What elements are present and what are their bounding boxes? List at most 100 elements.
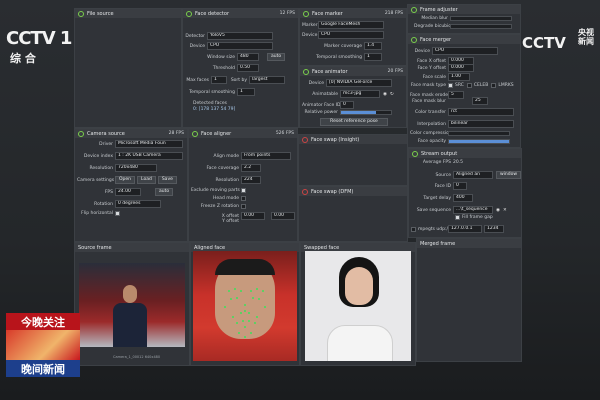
mask-blur-label: Face mask blur bbox=[412, 98, 446, 104]
face-detector-header[interactable]: Face detector 12 FPS bbox=[183, 9, 298, 18]
rotation-select[interactable]: 0 degrees bbox=[115, 200, 161, 208]
sort-by-select[interactable]: largest bbox=[249, 76, 285, 84]
resolution-select[interactable]: 720x480 bbox=[115, 164, 157, 172]
fps-input[interactable]: 24.00 bbox=[115, 188, 141, 196]
face-swap-insight-header[interactable]: Face swap (Insight) bbox=[299, 135, 407, 144]
relative-power-slider[interactable] bbox=[340, 110, 392, 115]
driver-select[interactable]: Microsoft Media Foun bbox=[115, 140, 183, 148]
face-id-input[interactable]: 0 bbox=[453, 182, 467, 190]
eye-icon[interactable]: ◉ bbox=[496, 208, 500, 213]
mpegts-port-input[interactable]: 1234 bbox=[484, 225, 504, 233]
color-transfer-select[interactable]: rct bbox=[448, 108, 514, 116]
resolution-input[interactable]: 224 bbox=[241, 176, 261, 184]
power-icon[interactable] bbox=[192, 130, 198, 137]
save-sequence-input[interactable]: ...\t_sequence bbox=[453, 206, 493, 214]
face-scale-input[interactable]: 1.00 bbox=[448, 73, 470, 81]
window-auto-button[interactable]: auto bbox=[267, 53, 286, 61]
power-icon[interactable] bbox=[303, 68, 309, 75]
refresh-icon[interactable]: ↻ bbox=[390, 92, 394, 97]
temporal-input[interactable]: 1 bbox=[237, 88, 255, 96]
target-delay-input[interactable]: 400 bbox=[453, 194, 473, 202]
panel-title: Stream output bbox=[421, 150, 458, 157]
y-offset-input[interactable]: 0.000 bbox=[448, 64, 474, 72]
marker-coverage-input[interactable]: 1.4 bbox=[364, 42, 382, 50]
interpolation-select[interactable]: bilinear bbox=[448, 120, 514, 128]
device-select[interactable]: CPU bbox=[432, 47, 498, 55]
mask-src-checkbox[interactable] bbox=[448, 83, 453, 88]
source-label: Source bbox=[435, 172, 451, 178]
fill-frame-gap-checkbox[interactable] bbox=[455, 215, 460, 220]
face-id-input[interactable]: 0 bbox=[340, 101, 354, 109]
panel-title: Face marker bbox=[312, 10, 343, 17]
detected-faces-label: Detected faces bbox=[193, 101, 227, 106]
exclude-moving-parts-checkbox[interactable] bbox=[241, 188, 246, 193]
fps-auto-button[interactable]: auto bbox=[155, 188, 174, 196]
mask-src-label: SRC bbox=[455, 83, 464, 88]
eye-icon[interactable]: ◉ bbox=[383, 92, 387, 97]
max-faces-input[interactable]: 1 bbox=[211, 76, 227, 84]
stream-output-header[interactable]: Stream output bbox=[409, 149, 521, 158]
window-size-input[interactable]: 480 bbox=[237, 53, 259, 61]
face-opacity-slider[interactable] bbox=[448, 139, 510, 144]
mask-blur-input[interactable]: 25 bbox=[472, 97, 488, 105]
marker-select[interactable]: Google FaceMesh bbox=[318, 21, 384, 29]
face-marker-header[interactable]: Face marker 218 FPS bbox=[300, 9, 406, 18]
power-icon[interactable] bbox=[411, 6, 417, 13]
power-icon[interactable] bbox=[78, 130, 84, 137]
face-merger-header[interactable]: Face merger bbox=[408, 35, 520, 44]
face-marker-panel: Face marker 218 FPS Marker Google FaceMesh… bbox=[299, 8, 407, 66]
camera-source-header[interactable]: Camera source 28 FPS bbox=[75, 129, 187, 138]
sort-by-label: Sort by bbox=[230, 77, 247, 83]
mpegts-checkbox[interactable] bbox=[411, 226, 416, 232]
threshold-input[interactable]: 0.50 bbox=[237, 64, 259, 72]
close-icon[interactable]: ✕ bbox=[503, 208, 507, 213]
head-mode-checkbox[interactable] bbox=[241, 196, 246, 201]
panel-title: Face animator bbox=[312, 68, 348, 75]
device-select[interactable]: [0] NVIDIA GeForce bbox=[326, 79, 392, 87]
device-select[interactable]: CPU bbox=[318, 31, 384, 39]
open-button[interactable]: Open bbox=[115, 176, 136, 184]
detector-select[interactable]: YoloV5 bbox=[207, 32, 273, 40]
degrade-bicubic-slider[interactable] bbox=[450, 24, 512, 29]
fps-label: 526 FPS bbox=[275, 131, 294, 136]
face-aligner-panel: Face aligner 526 FPS Align mode From point… bbox=[188, 128, 298, 242]
device-select[interactable]: CPU bbox=[207, 42, 273, 50]
file-source-header[interactable]: File source bbox=[75, 9, 181, 18]
mpegts-host-input[interactable]: 127.0.0.1 bbox=[448, 225, 482, 233]
device-index-select[interactable]: 1 : 2K USB Camera bbox=[115, 152, 183, 160]
reset-reference-pose-button[interactable]: Reset reference pose bbox=[320, 118, 388, 126]
power-icon[interactable] bbox=[186, 10, 192, 17]
color-compression-slider[interactable] bbox=[448, 131, 510, 136]
face-aligner-header[interactable]: Face aligner 526 FPS bbox=[189, 129, 297, 138]
frame-adjuster-header[interactable]: Frame adjuster bbox=[408, 5, 520, 14]
save-button[interactable]: Save bbox=[157, 176, 177, 184]
detector-label: Detector bbox=[185, 33, 205, 39]
load-button[interactable]: Load bbox=[137, 176, 156, 184]
mask-lmrks-checkbox[interactable] bbox=[491, 83, 497, 88]
face-swap-dfm-header[interactable]: Face swap (DFM) bbox=[299, 187, 407, 196]
source-select[interactable]: Aligned an bbox=[453, 171, 493, 179]
power-icon[interactable] bbox=[302, 136, 308, 143]
y-offset-input[interactable]: 0.00 bbox=[271, 212, 295, 220]
power-icon[interactable] bbox=[302, 188, 308, 195]
rotation-label: Rotation bbox=[94, 201, 113, 207]
face-coverage-input[interactable]: 2.2 bbox=[241, 164, 261, 172]
face-swap-insight-panel: Face swap (Insight) bbox=[298, 134, 408, 186]
x-offset-input[interactable]: 0.00 bbox=[241, 212, 265, 220]
power-icon[interactable] bbox=[303, 10, 309, 17]
stream-output-panel: Stream output Average FPS 20.5 Source Alig… bbox=[408, 148, 522, 238]
animatable-select[interactable]: mc3-jpg bbox=[340, 90, 380, 98]
freeze-z-checkbox[interactable] bbox=[241, 204, 246, 209]
mask-celeb-checkbox[interactable] bbox=[466, 83, 472, 88]
average-fps-value: 20.5 bbox=[453, 160, 464, 165]
exclude-moving-parts-label: Exclude moving parts bbox=[191, 188, 240, 193]
power-icon[interactable] bbox=[411, 36, 417, 43]
align-mode-select[interactable]: From points bbox=[241, 152, 291, 160]
temporal-input[interactable]: 1 bbox=[364, 53, 382, 61]
face-animator-header[interactable]: Face animator 20 FPS bbox=[300, 67, 406, 76]
flip-horizontal-checkbox[interactable] bbox=[115, 211, 120, 216]
power-icon[interactable] bbox=[412, 150, 418, 157]
window-button[interactable]: window bbox=[496, 171, 522, 179]
power-icon[interactable] bbox=[78, 10, 84, 17]
median-blur-slider[interactable] bbox=[450, 16, 512, 21]
